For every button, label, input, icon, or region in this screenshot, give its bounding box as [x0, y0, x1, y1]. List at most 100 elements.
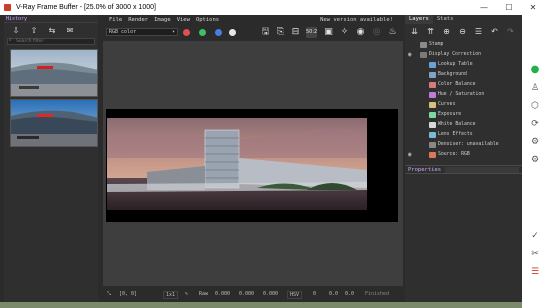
minimize-button[interactable]: —: [475, 0, 493, 15]
zoom-label: 50:2: [306, 29, 318, 35]
blue-channel-button[interactable]: [215, 29, 222, 36]
layer-white-balance[interactable]: White Balance: [405, 120, 522, 129]
history-toolbar: ⇩ ⇧ ⇆ ✉: [4, 23, 98, 38]
new-version-notice[interactable]: New version available!: [320, 17, 393, 23]
layers-toolbar: ⇊ ⇈ ⊕ ⊖ ☰ ↶ ↷: [405, 24, 522, 40]
stamp-icon: [420, 41, 427, 48]
menu-view[interactable]: View: [177, 17, 190, 23]
layer-list-icon[interactable]: ☰: [473, 27, 484, 37]
region-render-icon[interactable]: ▣: [323, 27, 334, 38]
color-space-select[interactable]: HSV: [287, 291, 303, 299]
close-button[interactable]: ✕: [524, 0, 542, 15]
render-frame[interactable]: [106, 109, 398, 222]
properties-label: Properties: [408, 167, 442, 173]
pixel-coords: [0, 0]: [119, 291, 138, 297]
red-channel-button[interactable]: [183, 29, 190, 36]
save-all-icon[interactable]: ⎘: [275, 27, 286, 38]
menu-render[interactable]: Render: [128, 17, 148, 23]
create-layer-icon[interactable]: ⊕: [441, 27, 452, 37]
interactive-render-icon[interactable]: ◉: [355, 27, 366, 38]
cursor-icon: ⤡: [107, 291, 112, 297]
save-layer-tree-icon[interactable]: ⇈: [425, 27, 436, 37]
track-mouse-icon[interactable]: ✧: [339, 27, 350, 38]
menu-options[interactable]: Options: [196, 17, 219, 23]
gear-icon[interactable]: ⚙: [530, 155, 540, 165]
search-placeholder: Search filter: [16, 39, 44, 44]
pixel-r-value: 0.000: [215, 291, 231, 297]
menu-icon[interactable]: ☰: [530, 267, 540, 277]
pixel-b-value: 0.000: [263, 291, 279, 297]
pixel-v-value: 0.0: [345, 291, 355, 297]
green-channel-button[interactable]: [199, 29, 206, 36]
lookup-table-icon: [429, 61, 436, 68]
layer-lens-effects[interactable]: Lens Effects: [405, 130, 522, 139]
menu-image[interactable]: Image: [154, 17, 171, 23]
curves-icon: [429, 101, 436, 108]
desktop-background-strip: [0, 302, 522, 308]
redo-icon[interactable]: ↷: [505, 27, 516, 37]
sync-icon[interactable]: ⟳: [530, 119, 540, 129]
layer-denoiser[interactable]: Denoiser: unavailable: [405, 140, 522, 149]
maximize-button[interactable]: ☐: [500, 0, 518, 15]
visibility-eye-icon[interactable]: ◉: [408, 150, 412, 159]
load-history-icon[interactable]: ⇧: [28, 26, 40, 36]
status-online-icon[interactable]: ●: [530, 65, 540, 75]
vray-app-icon: [4, 4, 11, 11]
color-balance-icon: [429, 81, 436, 88]
compare-ab-icon[interactable]: ⇆: [46, 26, 58, 36]
tools-icon[interactable]: ✂: [530, 249, 540, 259]
raw-label: Raw: [199, 291, 209, 297]
zoom-level-button[interactable]: 50:2: [306, 27, 317, 38]
save-history-icon[interactable]: ⇩: [10, 26, 22, 36]
white-balance-icon: [429, 121, 436, 128]
menu-file[interactable]: File: [109, 17, 122, 23]
delete-layer-icon[interactable]: ⊖: [457, 27, 468, 37]
tab-layers[interactable]: Layers: [405, 15, 433, 24]
pixel-h-value: 0: [313, 291, 317, 297]
save-image-icon[interactable]: 🖫: [260, 27, 271, 38]
layer-source-rgb[interactable]: ◉ Source: RGB: [405, 150, 522, 159]
tab-stats[interactable]: Stats: [433, 15, 458, 24]
check-circle-icon[interactable]: ✓: [530, 231, 540, 241]
layer-color-balance[interactable]: Color Balance: [405, 80, 522, 89]
history-thumbnail-2[interactable]: [10, 99, 98, 147]
settings-gear-icon[interactable]: ⚙: [530, 137, 540, 147]
history-panel: History ⇩ ⇧ ⇆ ✉ ⌕ Search filter: [4, 15, 98, 302]
stop-render-icon[interactable]: ◎: [371, 27, 382, 38]
layer-hue-saturation[interactable]: Hue / Saturation: [405, 90, 522, 99]
load-layer-tree-icon[interactable]: ⇊: [409, 27, 420, 37]
sample-size-select[interactable]: 1x1: [163, 291, 179, 299]
status-bar: ⤡ [0, 0] 1x1 ✎ Raw 0.000 0.000 0.000 HSV…: [103, 287, 403, 302]
layer-lookup-table[interactable]: Lookup Table: [405, 60, 522, 69]
chevron-down-icon: ▾: [171, 29, 175, 35]
cube-icon[interactable]: ⬡: [530, 101, 540, 111]
render-status: Finished: [365, 291, 390, 297]
visibility-eye-icon[interactable]: ◉: [408, 50, 412, 59]
properties-header: Properties: [405, 165, 522, 174]
undo-icon[interactable]: ↶: [489, 27, 500, 37]
image-viewport[interactable]: [103, 41, 403, 286]
history-thumbnail-1[interactable]: [10, 49, 98, 97]
eyedropper-icon[interactable]: ✎: [185, 291, 188, 297]
layers-tabs: Layers Stats: [405, 15, 522, 24]
render-teapot-icon[interactable]: ♨: [387, 27, 398, 38]
layer-stamp[interactable]: Stamp: [405, 40, 522, 49]
background-icon: [429, 71, 436, 78]
menu-bar: File Render Image View Options New versi…: [103, 15, 403, 25]
channel-select[interactable]: RGB color ▾: [106, 28, 178, 36]
layer-display-correction[interactable]: ◉ Display Correction: [405, 50, 522, 59]
layer-exposure[interactable]: Exposure: [405, 110, 522, 119]
title-bar: V-Ray Frame Buffer - [25.0% of 3000 x 10…: [0, 0, 548, 15]
layer-background[interactable]: Background: [405, 70, 522, 79]
mono-channel-button[interactable]: [229, 29, 236, 36]
remove-history-icon[interactable]: ✉: [64, 26, 76, 36]
user-icon[interactable]: ♙: [530, 83, 540, 93]
channel-select-value: RGB color: [109, 29, 137, 35]
denoiser-icon: [429, 141, 436, 148]
layer-curves[interactable]: Curves: [405, 100, 522, 109]
history-search-input[interactable]: ⌕ Search filter: [7, 38, 95, 45]
clear-image-icon[interactable]: ⊟: [290, 27, 301, 38]
source-icon: [429, 151, 436, 158]
layers-panel: Layers Stats ⇊ ⇈ ⊕ ⊖ ☰ ↶ ↷ Stamp ◉ Displ…: [405, 15, 522, 302]
properties-field: [445, 167, 519, 173]
